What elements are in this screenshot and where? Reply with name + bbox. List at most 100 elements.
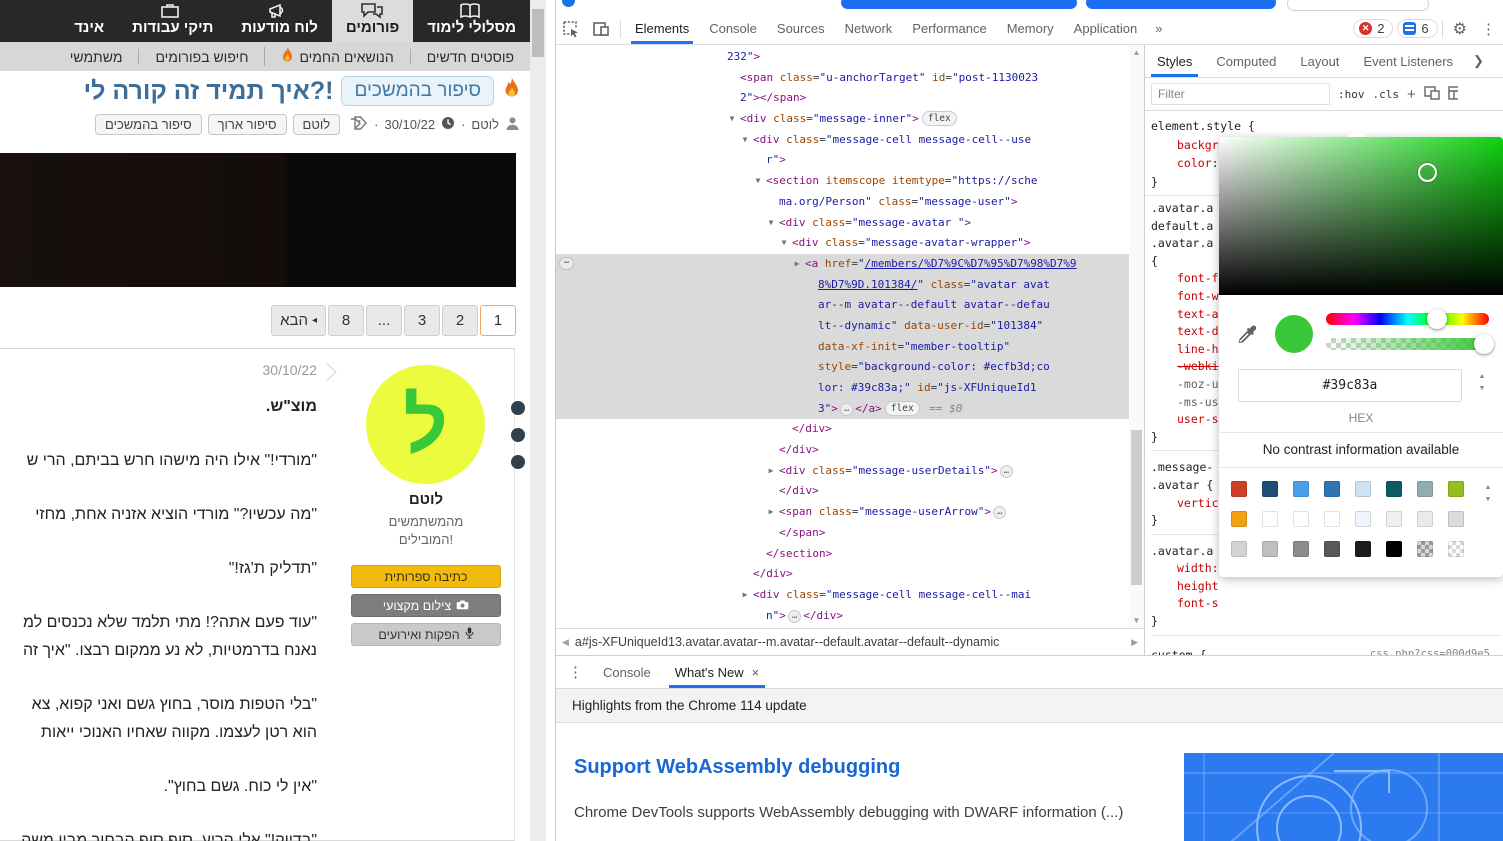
devtools-tab-network[interactable]: Network: [835, 13, 903, 44]
nav-tab-forum[interactable]: פורומים: [332, 0, 413, 42]
error-badge[interactable]: ✕2: [1353, 19, 1393, 38]
page-button-2[interactable]: 2: [442, 305, 478, 336]
palette-swatch[interactable]: [1355, 481, 1371, 497]
ad-banner[interactable]: [0, 153, 516, 287]
inspect-icon[interactable]: [561, 19, 581, 39]
dom-tree-line[interactable]: ▶<div class="message-cell message-cell--…: [556, 585, 1144, 606]
page-button-הבא[interactable]: הבא◂: [271, 305, 326, 336]
elements-scrollbar[interactable]: ▲ ▼: [1129, 45, 1144, 628]
drawer-tab-what-s-new[interactable]: What's New×: [663, 657, 772, 688]
styles-more-chevron[interactable]: ❯: [1465, 53, 1492, 69]
tree-arrow-icon[interactable]: ▼: [765, 213, 777, 234]
alpha-knob[interactable]: [1474, 334, 1494, 354]
dom-tree-line[interactable]: </div>: [556, 440, 1144, 461]
page-nav-dot[interactable]: [511, 428, 525, 442]
palette-spinner-down-icon[interactable]: ▼: [1481, 496, 1495, 504]
css-rule-line[interactable]: font-s: [1151, 595, 1500, 613]
devtools-tab-elements[interactable]: Elements: [625, 13, 699, 44]
styles-tab-layout[interactable]: Layout: [1288, 46, 1351, 77]
dom-tree-line[interactable]: </div>: [556, 564, 1144, 585]
collapsed-content-icon[interactable]: …: [993, 506, 1006, 519]
dom-tree-line[interactable]: r">: [556, 150, 1144, 171]
dom-tree-line[interactable]: ▼<div class="message-avatar-wrapper">: [556, 233, 1144, 254]
tree-arrow-icon[interactable]: ▶: [765, 461, 777, 482]
palette-swatch[interactable]: [1417, 511, 1433, 527]
devtools-tab-console[interactable]: Console: [699, 13, 767, 44]
css-rule-line[interactable]: height: [1151, 578, 1500, 596]
devtools-tab-memory[interactable]: Memory: [997, 13, 1064, 44]
nav-tab-briefcase[interactable]: תיקי עבודות: [118, 0, 227, 42]
dom-tree-line[interactable]: ▼<section itemscope itemtype="https://sc…: [556, 171, 1144, 192]
dom-tree-line[interactable]: </div>: [556, 481, 1144, 502]
palette-swatch[interactable]: [1355, 541, 1371, 557]
page-button-1[interactable]: 1: [480, 305, 516, 336]
drawer-tab-console[interactable]: Console: [591, 657, 663, 688]
page-button-3[interactable]: 3: [404, 305, 440, 336]
devtools-menu-icon[interactable]: ⋮: [1481, 20, 1496, 38]
palette-swatch[interactable]: [1386, 481, 1402, 497]
palette-swatch[interactable]: [1324, 511, 1340, 527]
user-action-button[interactable]: כתיבה ספרותית: [351, 565, 501, 588]
breadcrumb-text[interactable]: a#js-XFUniqueId13.avatar.avatar--m.avata…: [575, 635, 1125, 649]
hov-toggle[interactable]: :hov: [1338, 88, 1365, 101]
dom-tree-line[interactable]: 8%D7%9D.101384/" class="avatar avat: [556, 275, 1144, 296]
tree-arrow-icon[interactable]: ▼: [739, 130, 751, 151]
message-badge[interactable]: 6: [1397, 19, 1437, 38]
palette-swatch-transparent-light[interactable]: [1448, 541, 1464, 557]
hue-slider[interactable]: [1326, 313, 1489, 325]
eyedropper-icon[interactable]: [1235, 323, 1259, 347]
collapsed-content-icon[interactable]: …: [788, 610, 801, 623]
elements-scrollbar-thumb[interactable]: [1131, 430, 1142, 585]
new-style-rule-icon[interactable]: +: [1407, 86, 1416, 103]
palette-swatch[interactable]: [1293, 511, 1309, 527]
dom-tree-line[interactable]: ⋯▶<a href="/members/%D7%9C%D7%95%D7%98%D…: [556, 254, 1144, 275]
close-tab-icon[interactable]: ×: [752, 665, 760, 680]
tree-arrow-icon[interactable]: ▼: [752, 171, 764, 192]
tree-arrow-icon[interactable]: ▼: [726, 109, 738, 130]
scroll-up-icon[interactable]: ▲: [1129, 48, 1144, 57]
palette-swatch[interactable]: [1448, 511, 1464, 527]
dom-tree-line[interactable]: ar--m avatar--default avatar--defau: [556, 295, 1144, 316]
settings-gear-icon[interactable]: ⚙: [1453, 19, 1467, 39]
dom-tree-line[interactable]: </section>: [556, 544, 1144, 565]
flex-badge[interactable]: flex: [922, 111, 957, 126]
palette-swatch[interactable]: [1231, 511, 1247, 527]
scroll-down-icon[interactable]: ▼: [1129, 616, 1144, 625]
dom-tree-line[interactable]: ▼<div class="message-inner">flex: [556, 109, 1144, 130]
palette-swatch[interactable]: [1448, 481, 1464, 497]
thread-tag[interactable]: לוטם: [293, 114, 341, 135]
saturation-indicator[interactable]: [1418, 163, 1437, 182]
dom-tree-line[interactable]: 3">…</a>flex == $0: [556, 399, 1144, 420]
dom-tree-line[interactable]: </div>: [556, 419, 1144, 440]
dom-tree-line[interactable]: </span>: [556, 523, 1144, 544]
page-button-...[interactable]: ...: [366, 305, 402, 336]
subnav-item[interactable]: פוסטים חדשים: [410, 49, 530, 65]
dom-tree-line[interactable]: <span class="u-anchorTarget" id="post-11…: [556, 68, 1144, 89]
device-toolbar-icon[interactable]: [591, 19, 611, 39]
dom-tree-line[interactable]: n">…</div>: [556, 606, 1144, 627]
nav-tab-index[interactable]: אינד: [60, 0, 118, 42]
thread-prefix-badge[interactable]: סיפור בהמשכים: [341, 76, 494, 106]
more-actions-icon[interactable]: ⋯: [559, 257, 574, 270]
nav-tab-megaphone[interactable]: לוח מודעות: [227, 0, 332, 42]
more-tabs-chevron[interactable]: »: [1147, 21, 1170, 36]
dom-tree-line[interactable]: data-xf-init="member-tooltip": [556, 337, 1144, 358]
page-scrollbar[interactable]: [530, 0, 546, 841]
palette-swatch[interactable]: [1293, 541, 1309, 557]
dom-tree-line[interactable]: lt--dynamic" data-user-id="101384": [556, 316, 1144, 337]
hex-spinner-down-icon[interactable]: ▼: [1475, 385, 1489, 393]
post-date[interactable]: 30/10/22: [263, 362, 318, 378]
dom-tree-line[interactable]: lor: #39c83a;" id="js-XFUniqueId1: [556, 378, 1144, 399]
dom-tree-line[interactable]: ▼<div class="message-avatar ">: [556, 213, 1144, 234]
hex-format-label[interactable]: HEX: [1219, 411, 1503, 425]
dom-tree-line[interactable]: ▶<span class="message-userArrow">…: [556, 502, 1144, 523]
user-action-button[interactable]: צילום מקצועי: [351, 594, 501, 617]
article-title[interactable]: Support WebAssembly debugging: [574, 756, 900, 779]
css-rule-line[interactable]: }: [1151, 613, 1500, 631]
breadcrumb-right-icon[interactable]: ▶: [1125, 637, 1144, 648]
saturation-gradient[interactable]: [1219, 137, 1503, 295]
subnav-item[interactable]: הנושאים החמים: [264, 47, 409, 66]
layout-panel-icon[interactable]: [1448, 86, 1458, 103]
collapsed-content-icon[interactable]: …: [840, 403, 853, 416]
hue-knob[interactable]: [1427, 309, 1447, 329]
